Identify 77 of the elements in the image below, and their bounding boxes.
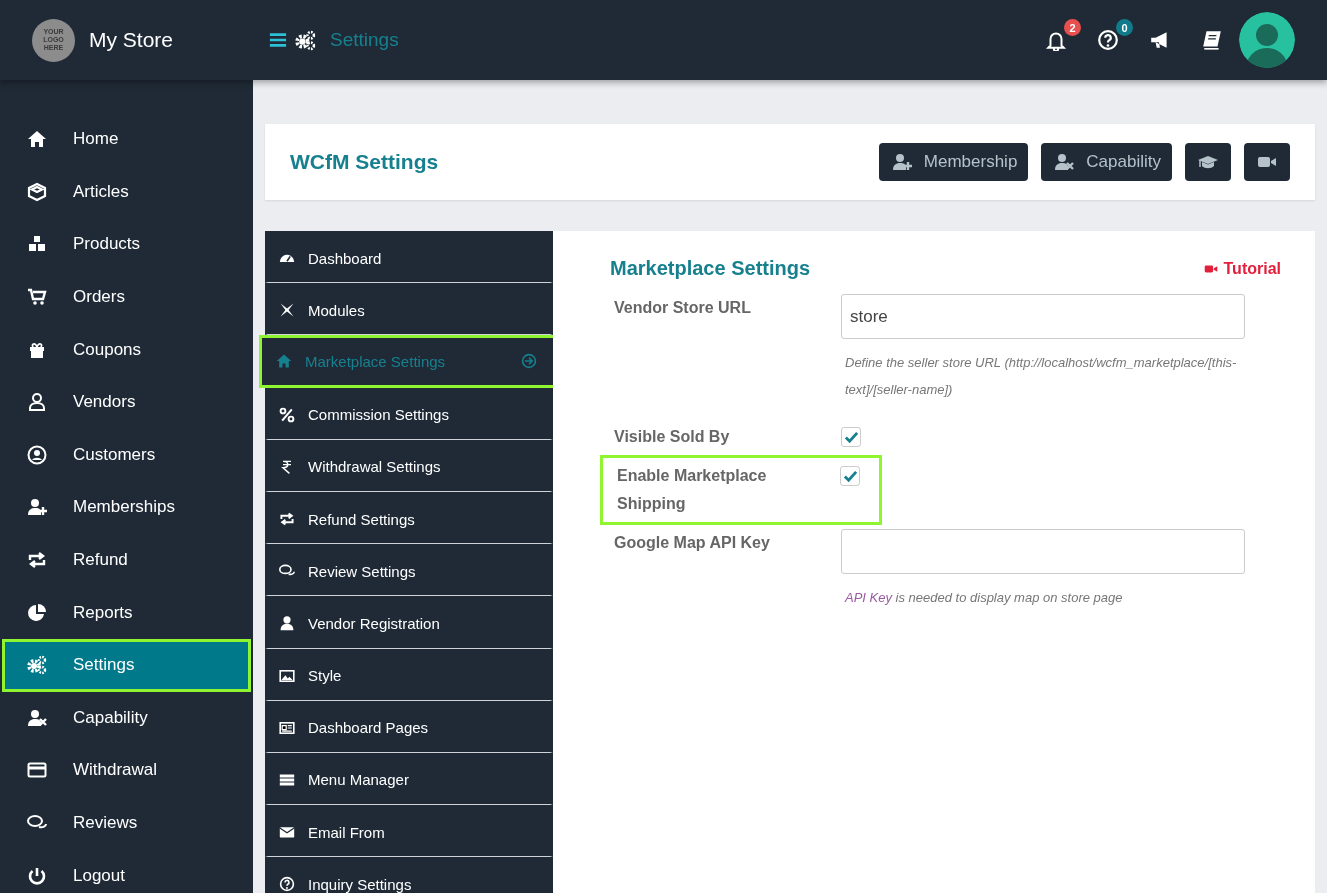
settings-menu-item[interactable]: Email From [265, 805, 553, 858]
count-badge: 2 [1064, 19, 1081, 36]
text-field[interactable] [841, 529, 1245, 574]
user-x-icon [27, 707, 47, 728]
user-circle-icon [27, 444, 47, 465]
settings-menu-item[interactable]: Modules [265, 283, 553, 336]
sidebar-item[interactable]: Reviews [2, 796, 251, 850]
settings-menu-item[interactable]: Vendor Registration [265, 596, 553, 649]
settings-menu-item[interactable]: Commission Settings [265, 387, 553, 440]
sidebar-item[interactable]: Logout [2, 849, 251, 893]
pie-chart-icon [27, 602, 47, 623]
user-outline-icon [27, 392, 47, 413]
swap-arrows-icon [279, 511, 295, 528]
page-title: Settings [330, 29, 399, 51]
settings-menu-item[interactable]: Withdrawal Settings [265, 439, 553, 492]
house-icon [27, 129, 47, 150]
user-plus-icon [27, 497, 47, 518]
help-link[interactable]: API Key [845, 590, 892, 605]
sidebar-item[interactable]: Home [2, 113, 251, 166]
sidebar-item[interactable]: Customers [2, 428, 251, 482]
sidebar-item[interactable]: Capability [2, 691, 251, 745]
settings-menu-item[interactable]: Inquiry Settings [265, 857, 553, 893]
settings-menu-item[interactable]: Review Settings [265, 544, 553, 597]
field-label: Google Map API Key [613, 533, 771, 553]
sidebar-item[interactable]: Coupons [2, 323, 251, 376]
server-rows-icon [279, 771, 295, 788]
settings-menu-item[interactable]: Dashboard [265, 231, 553, 284]
graduation-cap-button[interactable] [1185, 143, 1231, 181]
card-title: WCfM Settings [290, 150, 440, 174]
sidebar-item[interactable]: Vendors [2, 375, 251, 429]
user-x-icon [1052, 152, 1077, 172]
toolbar-button[interactable]: Capability [1041, 143, 1172, 181]
checkbox[interactable] [840, 466, 860, 486]
settings-menu-item[interactable]: Style [265, 648, 553, 701]
gears-icon [295, 29, 316, 51]
menu-icon [269, 31, 287, 49]
cart-icon [27, 287, 47, 308]
toolbar-button[interactable]: Membership [878, 143, 1029, 181]
sidebar-item[interactable]: Refund [2, 533, 251, 587]
sidebar-item[interactable]: Memberships [2, 481, 251, 534]
arrow-circle-icon [521, 353, 537, 370]
question-circle-icon[interactable] [1097, 29, 1119, 51]
settings-menu-item[interactable]: Dashboard Pages [265, 700, 553, 753]
sidebar-item[interactable]: Orders [2, 270, 251, 324]
settings-menu-item[interactable]: Menu Manager [265, 752, 553, 806]
question-circle-icon [279, 876, 295, 893]
field-label: Vendor Store URL [613, 298, 752, 318]
field-label: Enable Marketplace Shipping [616, 466, 768, 514]
sidebar-item[interactable]: Settings [2, 638, 251, 692]
gears-icon [27, 655, 47, 676]
tutorial-link[interactable]: Tutorial [1201, 259, 1281, 278]
help-text: Define the seller store URL (http://localhost/wcfm_marketplace/[this-text]/[seller-name]) [844, 354, 1238, 399]
video-camera-button[interactable] [1244, 143, 1290, 181]
envelope-icon [279, 824, 295, 841]
text-field[interactable]: store [841, 294, 1245, 339]
book-icon[interactable] [1201, 29, 1223, 51]
settings-menu-item[interactable]: Refund Settings [265, 491, 553, 545]
store-name: My Store [89, 28, 175, 52]
swap-arrows-icon [27, 550, 47, 571]
newspaper-icon [279, 719, 295, 736]
sidebar-item[interactable]: Articles [2, 165, 251, 219]
field-label: Visible Sold By [613, 427, 731, 447]
house-icon [276, 353, 292, 370]
sidebar-item[interactable]: Products [2, 218, 251, 271]
sidebar-item[interactable]: Reports [2, 586, 251, 639]
avatar-silhouette[interactable] [1239, 12, 1295, 68]
percent-icon [279, 406, 295, 423]
image-icon [279, 667, 295, 684]
checkbox[interactable] [841, 427, 861, 447]
power-icon [27, 865, 47, 886]
card-icon [27, 760, 47, 781]
sidebar-item[interactable]: Withdrawal [2, 744, 251, 797]
user-icon [279, 615, 295, 632]
count-badge: 0 [1116, 19, 1133, 36]
section-title: Marketplace Settings [610, 257, 811, 280]
help-text: API Key is needed to display map on store page [843, 589, 1124, 607]
cube-outline-icon [27, 181, 47, 202]
